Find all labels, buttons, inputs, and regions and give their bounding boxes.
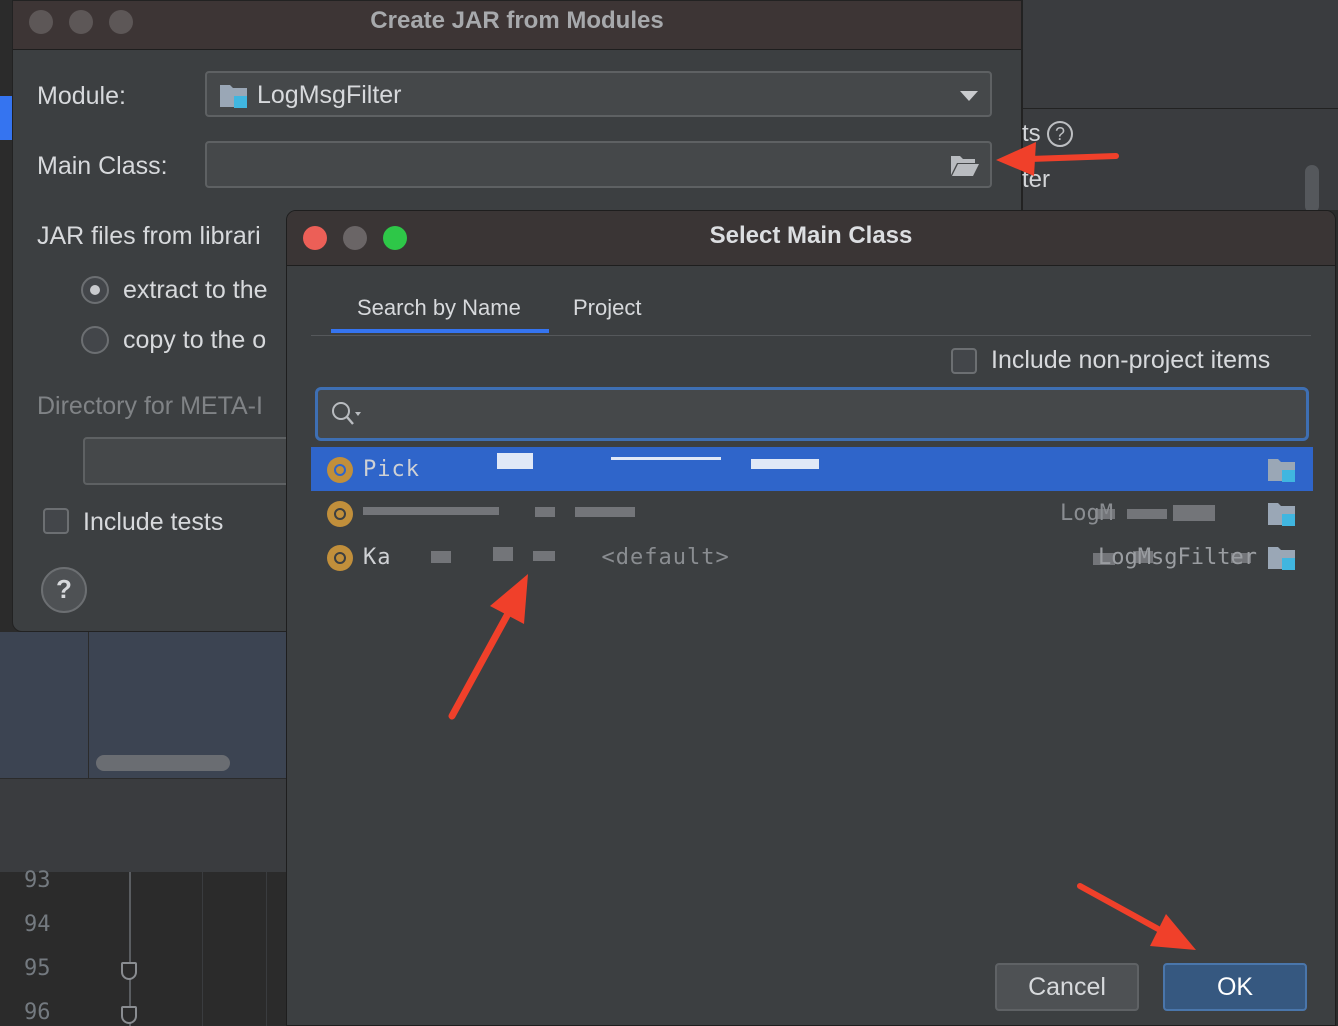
module-combobox[interactable]: LogMsgFilter bbox=[205, 71, 992, 117]
tab-project[interactable]: Project bbox=[573, 295, 641, 321]
ide-toolbar-area bbox=[0, 778, 288, 873]
ide-horizontal-scrollbar[interactable] bbox=[96, 755, 230, 771]
class-icon bbox=[327, 501, 353, 527]
select-main-class-titlebar: Select Main Class bbox=[287, 211, 1335, 266]
line-number: 95 bbox=[24, 956, 51, 981]
line-number: 96 bbox=[24, 1000, 51, 1025]
class-icon bbox=[327, 545, 353, 571]
module-folder-icon bbox=[1267, 544, 1299, 577]
list-item[interactable]: Pick bbox=[311, 447, 1313, 491]
include-non-project-checkbox[interactable] bbox=[951, 348, 977, 374]
tab-search-by-name[interactable]: Search by Name bbox=[357, 295, 521, 321]
active-tab-indicator bbox=[331, 329, 549, 333]
module-label: Module: bbox=[37, 82, 126, 110]
meta-dir-field[interactable] bbox=[83, 437, 303, 485]
dialog-title: Select Main Class bbox=[709, 222, 913, 249]
line-number: 93 bbox=[24, 868, 51, 893]
ide-scrollbar[interactable] bbox=[1305, 165, 1319, 213]
module-folder-icon bbox=[1267, 456, 1299, 489]
select-main-class-dialog: Select Main Class Search by Name Project… bbox=[286, 210, 1336, 1026]
module-name: LogM bbox=[1060, 501, 1113, 526]
jar-files-label: JAR files from librari bbox=[37, 222, 261, 250]
main-class-field[interactable] bbox=[205, 141, 992, 188]
ide-partial-text: ter bbox=[1022, 166, 1051, 193]
module-name: LogMsgFilter bbox=[1098, 545, 1257, 570]
class-name: Pick bbox=[363, 457, 420, 482]
editor-gutter: 93 94 95 96 bbox=[0, 868, 288, 1026]
fold-marker-icon[interactable] bbox=[121, 962, 137, 980]
radio-extract[interactable] bbox=[81, 276, 109, 304]
class-search-input[interactable] bbox=[315, 387, 1309, 441]
include-non-project-label: Include non-project items bbox=[991, 346, 1271, 374]
list-item[interactable]: LogM bbox=[311, 491, 1313, 535]
radio-copy-label: copy to the o bbox=[123, 326, 267, 354]
create-jar-titlebar: Create JAR from Modules bbox=[13, 1, 1021, 50]
cancel-button[interactable]: Cancel bbox=[995, 963, 1139, 1011]
module-value: LogMsgFilter bbox=[257, 81, 402, 109]
chevron-down-icon[interactable] bbox=[960, 91, 978, 101]
module-folder-icon bbox=[1267, 500, 1299, 533]
search-icon[interactable] bbox=[330, 400, 364, 433]
fold-marker-icon[interactable] bbox=[121, 1006, 137, 1024]
radio-extract-label: extract to the bbox=[123, 276, 268, 304]
line-number: 94 bbox=[24, 912, 51, 937]
folder-open-icon[interactable] bbox=[950, 153, 980, 182]
main-class-label: Main Class: bbox=[37, 152, 168, 180]
help-button[interactable]: ? bbox=[41, 567, 87, 613]
tabs-divider bbox=[311, 335, 1311, 336]
module-folder-icon bbox=[219, 82, 251, 115]
include-tests-checkbox[interactable] bbox=[43, 508, 69, 534]
class-icon bbox=[327, 457, 353, 483]
ide-selection-strip bbox=[0, 96, 12, 140]
include-tests-label: Include tests bbox=[83, 508, 224, 536]
ide-partial-text: ts bbox=[1022, 120, 1041, 147]
meta-dir-label: Directory for META-I bbox=[37, 392, 263, 420]
ide-help-icon[interactable]: ? bbox=[1047, 121, 1073, 147]
dialog-title: Create JAR from Modules bbox=[370, 7, 664, 34]
ok-button[interactable]: OK bbox=[1163, 963, 1307, 1011]
list-item[interactable]: Ka <default> LogMsgFilter bbox=[311, 535, 1313, 579]
radio-copy[interactable] bbox=[81, 326, 109, 354]
ide-right-panel bbox=[1022, 0, 1338, 210]
